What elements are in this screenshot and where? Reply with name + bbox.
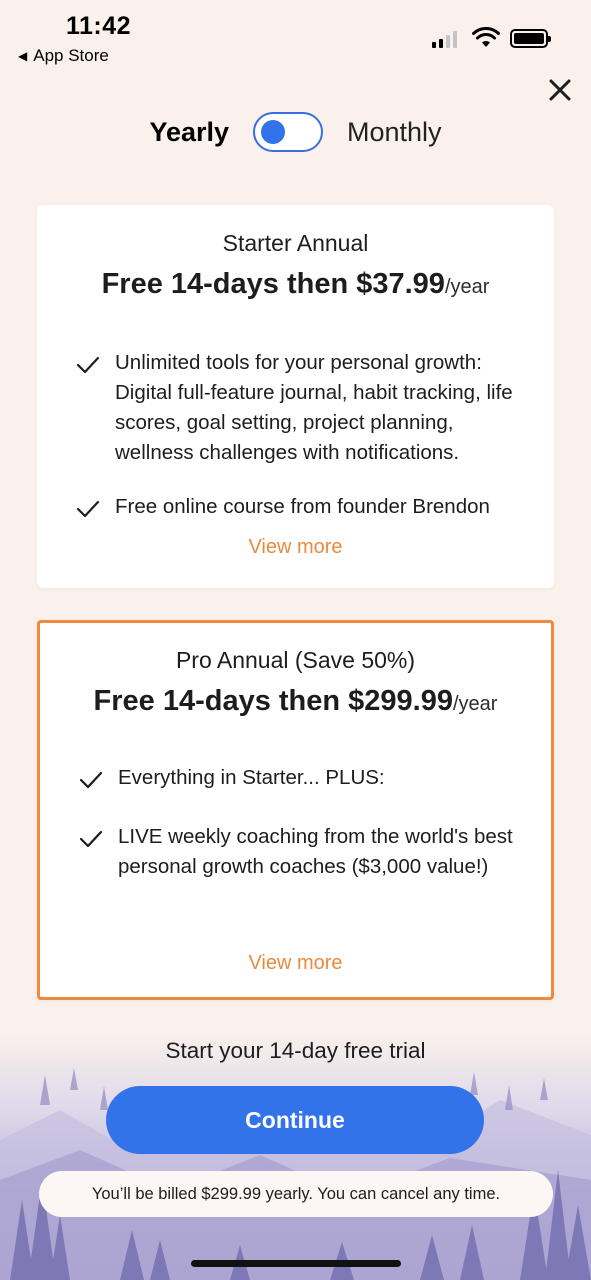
feature-item: LIVE weekly coaching from the world's be… [78, 822, 529, 882]
home-indicator[interactable] [191, 1260, 401, 1267]
feature-text: LIVE weekly coaching from the world's be… [118, 825, 513, 878]
checkmark-icon [79, 771, 103, 789]
forest-landscape-illustration [0, 1030, 591, 1280]
billing-period-toggle-row: Yearly Monthly [0, 110, 591, 154]
plan-price: Free 14-days then $299.99/year [40, 685, 551, 718]
switch-knob [261, 120, 286, 144]
feature-item: Everything in Starter... PLUS: [78, 763, 529, 793]
close-icon[interactable] [544, 74, 576, 106]
billing-note: You’ll be billed $299.99 yearly. You can… [39, 1171, 553, 1217]
view-more-link[interactable]: View more [40, 952, 551, 975]
checkmark-icon [79, 830, 103, 848]
back-to-app-store-link[interactable]: ◀ App Store [18, 46, 109, 66]
back-app-label: App Store [33, 46, 109, 65]
feature-item: Unlimited tools for your personal growth… [75, 348, 532, 468]
plan-card-starter-annual[interactable]: Starter Annual Free 14-days then $37.99/… [37, 205, 554, 588]
billing-period-switch[interactable] [253, 112, 324, 152]
feature-text: Unlimited tools for your personal growth… [115, 351, 513, 464]
cellular-signal-icon [432, 30, 457, 48]
plan-card-pro-annual[interactable]: Pro Annual (Save 50%) Free 14-days then … [37, 620, 554, 1000]
feature-text: Free online course from founder Brendon [115, 495, 490, 518]
trial-heading: Start your 14-day free trial [165, 1038, 426, 1063]
feature-item: Free online course from founder Brendon [75, 492, 532, 522]
plan-price-text: Free 14-days then $37.99 [101, 268, 445, 300]
status-bar: 11:42 ◀ App Store [0, 0, 591, 72]
checkmark-icon [76, 500, 100, 518]
plan-price-period: /year [444, 276, 490, 298]
monthly-label[interactable]: Monthly [347, 117, 442, 148]
status-time: 11:42 [66, 12, 132, 40]
checkmark-icon [76, 356, 100, 374]
view-more-link[interactable]: View more [37, 536, 554, 559]
feature-text: Everything in Starter... PLUS: [118, 766, 385, 789]
plan-price-period: /year [453, 693, 498, 715]
battery-icon [510, 29, 551, 48]
continue-button[interactable]: Continue [106, 1086, 484, 1154]
plan-name: Starter Annual [222, 230, 369, 256]
back-triangle-icon: ◀ [18, 49, 28, 63]
yearly-label[interactable]: Yearly [149, 117, 229, 148]
plan-price: Free 14-days then $37.99/year [37, 268, 554, 301]
wifi-icon [472, 27, 500, 47]
plan-name: Pro Annual (Save 50%) [175, 647, 416, 673]
plan-price-text: Free 14-days then $299.99 [93, 685, 453, 717]
